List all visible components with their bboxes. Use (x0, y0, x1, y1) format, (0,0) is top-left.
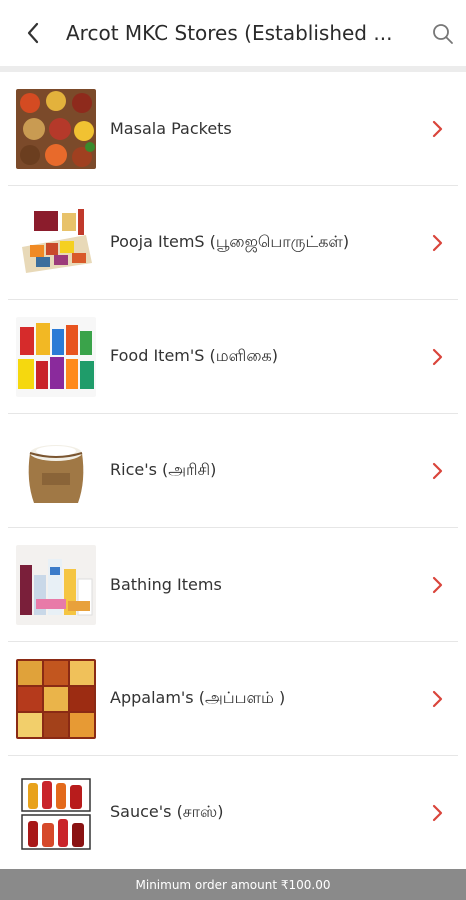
back-button[interactable] (20, 20, 46, 46)
category-label: Appalam's (அப்பளம் ) (110, 688, 286, 707)
chevron-left-icon (27, 22, 39, 44)
page-title: Arcot MKC Stores (Established ... (66, 21, 393, 45)
category-label: Pooja ItemS (பூஜைபொருட்கள்) (110, 232, 350, 251)
app-header: Arcot MKC Stores (Established ... (0, 0, 466, 72)
minimum-order-banner: Minimum order amount ₹100.00 (0, 869, 466, 900)
chevron-right-icon (432, 804, 443, 821)
chevron-right-icon (432, 462, 443, 479)
chevron-right-icon (432, 234, 443, 251)
category-label: Sauce's (சாஸ்) (110, 802, 224, 821)
category-label: Masala Packets (110, 119, 232, 138)
category-list: Masala Packets Pooja ItemS (பூஜைபொருட்கள… (0, 72, 466, 870)
food-items-thumbnail (16, 316, 96, 397)
category-label: Rice's (அரிசி) (110, 460, 217, 479)
chevron-right-icon (432, 690, 443, 707)
category-row-sauce[interactable]: Sauce's (சாஸ்) (8, 756, 458, 870)
rice-thumbnail (16, 430, 96, 511)
category-label: Bathing Items (110, 575, 222, 594)
category-row-rice[interactable]: Rice's (அரிசி) (8, 414, 458, 528)
bathing-items-thumbnail (16, 544, 96, 625)
category-row-appalam[interactable]: Appalam's (அப்பளம் ) (8, 642, 458, 756)
chevron-right-icon (432, 348, 443, 365)
masala-packets-thumbnail (16, 88, 96, 169)
chevron-right-icon (432, 120, 443, 137)
category-row-pooja-items[interactable]: Pooja ItemS (பூஜைபொருட்கள்) (8, 186, 458, 300)
appalam-thumbnail (16, 658, 96, 739)
minimum-order-text: Minimum order amount ₹100.00 (135, 877, 331, 892)
chevron-right-icon (432, 576, 443, 593)
category-row-food-items[interactable]: Food Item'S (மளிகை) (8, 300, 458, 414)
category-row-bathing-items[interactable]: Bathing Items (8, 528, 458, 642)
category-row-masala-packets[interactable]: Masala Packets (8, 72, 458, 186)
category-label: Food Item'S (மளிகை) (110, 346, 278, 365)
search-button[interactable] (430, 21, 456, 47)
search-icon (433, 24, 453, 44)
pooja-items-thumbnail (16, 202, 96, 283)
sauce-thumbnail (16, 772, 96, 853)
